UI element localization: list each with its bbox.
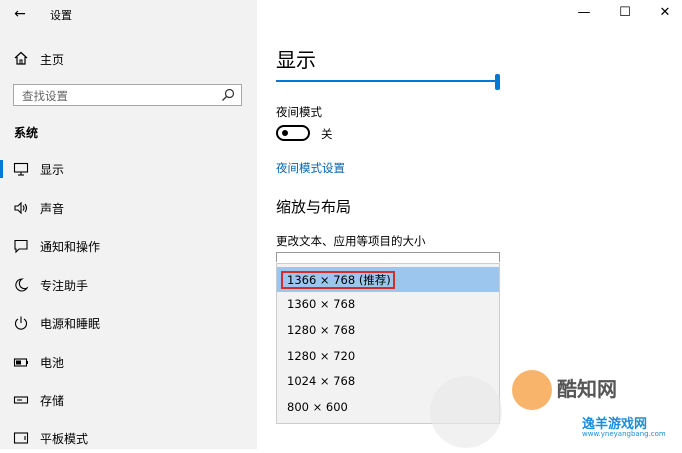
tablet-icon [13,432,29,444]
resolution-option-label: 800 × 600 [287,400,348,414]
home-icon [14,51,28,65]
toggle-knob [282,130,288,136]
search-input[interactable]: 查找设置 [13,84,242,106]
resolution-option[interactable]: 1280 × 768 [277,318,499,343]
watermark-brand: 酷知网 [557,377,617,401]
selection-indicator [0,160,3,178]
slider-thumb[interactable] [495,74,500,90]
maximize-button[interactable]: ☐ [610,2,640,24]
scale-dropdown[interactable] [276,252,500,262]
resolution-option-label: 1280 × 720 [287,349,356,363]
battery-icon [13,358,28,367]
resolution-option-label: 1366 × 768 (推荐) [287,273,391,287]
sidebar-item-label: 平板模式 [40,432,89,446]
resolution-option[interactable]: 1360 × 768 [277,292,499,317]
sidebar-item-display[interactable]: 显示 [0,154,257,184]
watermark-swirl-logo [430,376,502,448]
close-button[interactable]: ✕ [650,2,680,24]
section-label-system: 系统 [14,126,39,140]
resolution-option[interactable]: 1280 × 720 [277,344,499,369]
night-mode-state: 关 [321,127,333,141]
sidebar-item-focus-assist[interactable]: 专注助手 [0,270,257,300]
watermark-url: www.yneyangbang.com [582,430,666,438]
sidebar-item-sound[interactable]: 声音 [0,193,257,223]
nav-home-label: 主页 [40,53,65,67]
scale-layout-heading: 缩放与布局 [276,198,352,216]
storage-icon [13,396,29,404]
sidebar: ← 设置 主页 查找设置 系统 显示 声音 通知和操作 专注助手 电源和睡眠 电… [0,0,257,449]
moon-icon [15,278,29,292]
title-bar: ← 设置 [0,0,257,28]
night-mode-label: 夜间模式 [276,105,322,119]
power-icon [14,316,28,330]
minimize-button[interactable]: — [569,2,599,24]
resolution-option-label: 1280 × 768 [287,323,356,337]
night-mode-settings-link[interactable]: 夜间模式设置 [276,160,345,176]
sidebar-item-label: 电池 [40,356,65,370]
page-title: 显示 [276,48,316,72]
sidebar-item-storage[interactable]: 存储 [0,385,257,415]
nav-home[interactable]: 主页 [0,47,257,71]
notification-icon [14,239,28,254]
sidebar-item-label: 显示 [40,163,65,177]
monitor-icon [13,162,29,176]
scale-label: 更改文本、应用等项目的大小 [276,234,426,248]
app-title: 设置 [50,9,72,22]
speaker-icon [14,201,28,215]
sidebar-item-label: 专注助手 [40,279,89,293]
sidebar-item-label: 通知和操作 [40,240,101,254]
back-button[interactable]: ← [10,5,30,23]
resolution-option[interactable]: 1366 × 768 (推荐) [277,267,499,292]
sidebar-item-power-sleep[interactable]: 电源和睡眠 [0,308,257,338]
resolution-option-label: 1024 × 768 [287,374,356,388]
sidebar-item-battery[interactable]: 电池 [0,347,257,377]
sidebar-item-notifications[interactable]: 通知和操作 [0,231,257,261]
sidebar-item-label: 存储 [40,394,65,408]
sidebar-item-label: 电源和睡眠 [40,317,101,331]
night-mode-toggle[interactable] [276,125,310,141]
search-icon[interactable] [221,88,235,102]
watermark: 酷知网 逸羊游戏网 www.yneyangbang.com [512,370,682,449]
search-placeholder: 查找设置 [22,89,68,103]
resolution-option-label: 1360 × 768 [287,297,356,311]
brightness-slider[interactable] [276,80,496,82]
watermark-logo-icon [512,370,552,410]
sidebar-item-label: 声音 [40,202,65,216]
